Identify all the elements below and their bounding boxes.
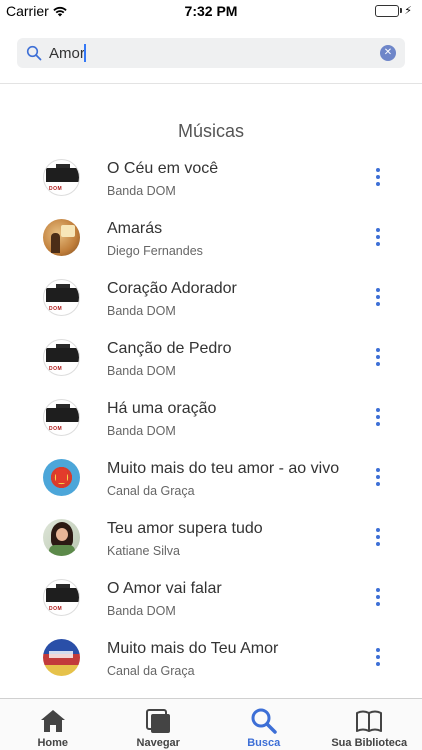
- song-row[interactable]: Amarás Diego Fernandes: [0, 208, 422, 268]
- song-artist: Banda DOM: [107, 364, 176, 378]
- album-cover: DOM: [43, 159, 80, 196]
- status-bar: Carrier 7:32 PM ⚡: [0, 0, 422, 22]
- song-artist: Diego Fernandes: [107, 244, 203, 258]
- search-icon: [26, 45, 42, 61]
- more-options-icon[interactable]: [372, 588, 384, 606]
- song-artist: Canal da Graça: [107, 664, 195, 678]
- more-options-icon[interactable]: [372, 168, 384, 186]
- song-title: O Céu em você: [107, 160, 219, 177]
- status-time: 7:32 PM: [184, 3, 238, 19]
- song-title: Muito mais do Teu Amor: [107, 640, 279, 657]
- text-caret: [83, 44, 86, 62]
- more-options-icon[interactable]: [372, 288, 384, 306]
- song-list: DOM O Céu em você Banda DOM Amarás Diego…: [0, 148, 422, 688]
- home-icon: [40, 710, 65, 732]
- tab-label: Busca: [247, 737, 281, 749]
- tab-busca[interactable]: Busca: [211, 699, 317, 750]
- close-icon[interactable]: ✕: [380, 45, 396, 61]
- song-row[interactable]: DOM O Amor vai falar Banda DOM: [0, 568, 422, 628]
- battery-icon: ⚡: [375, 4, 412, 17]
- search-input-value: Amor: [49, 44, 85, 62]
- song-title: Há uma oração: [107, 400, 217, 417]
- album-cover: [43, 459, 80, 496]
- more-options-icon[interactable]: [372, 528, 384, 546]
- song-row[interactable]: DOM Coração Adorador Banda DOM: [0, 268, 422, 328]
- album-cover: [43, 639, 80, 676]
- search-bar[interactable]: Amor ✕: [17, 38, 405, 68]
- song-title: Amarás: [107, 220, 163, 237]
- more-options-icon[interactable]: [372, 648, 384, 666]
- tab-label: Sua Biblioteca: [331, 737, 408, 749]
- song-title: Canção de Pedro: [107, 340, 232, 357]
- more-options-icon[interactable]: [372, 348, 384, 366]
- library-icon: [356, 710, 383, 732]
- tab-navegar[interactable]: Navegar: [106, 699, 212, 750]
- tab-biblioteca[interactable]: Sua Biblioteca: [317, 699, 422, 750]
- song-title: Coração Adorador: [107, 280, 237, 297]
- tab-bar: Home Navegar Busca Sua Biblioteca: [0, 698, 422, 750]
- song-artist: Banda DOM: [107, 604, 176, 618]
- song-artist: Banda DOM: [107, 304, 176, 318]
- song-artist: Katiane Silva: [107, 544, 180, 558]
- song-title: Teu amor supera tudo: [107, 520, 263, 537]
- more-options-icon[interactable]: [372, 408, 384, 426]
- song-artist: Banda DOM: [107, 184, 176, 198]
- section-title: Músicas: [177, 121, 244, 141]
- browse-icon: [146, 709, 171, 733]
- song-title: Muito mais do teu amor - ao vivo: [107, 460, 340, 477]
- song-row[interactable]: DOM Há uma oração Banda DOM: [0, 388, 422, 448]
- song-row[interactable]: DOM O Céu em você Banda DOM: [0, 148, 422, 208]
- header-divider: [0, 83, 422, 84]
- album-cover: DOM: [43, 339, 80, 376]
- album-cover: DOM: [43, 579, 80, 616]
- song-artist: Canal da Graça: [107, 484, 195, 498]
- song-row[interactable]: DOM Canção de Pedro Banda DOM: [0, 328, 422, 388]
- song-row[interactable]: Muito mais do Teu Amor Canal da Graça: [0, 628, 422, 688]
- tab-home[interactable]: Home: [0, 699, 106, 750]
- song-row[interactable]: Teu amor supera tudo Katiane Silva: [0, 508, 422, 568]
- song-artist: Banda DOM: [107, 424, 176, 438]
- more-options-icon[interactable]: [372, 228, 384, 246]
- album-cover: [43, 219, 80, 256]
- tab-label: Navegar: [136, 737, 180, 749]
- more-options-icon[interactable]: [372, 468, 384, 486]
- song-title: O Amor vai falar: [107, 580, 222, 597]
- song-row[interactable]: Muito mais do teu amor - ao vivo Canal d…: [0, 448, 422, 508]
- album-cover: [43, 519, 80, 556]
- search-icon: [251, 708, 277, 734]
- search-input[interactable]: Amor: [49, 44, 86, 62]
- album-cover: DOM: [43, 279, 80, 316]
- album-cover: DOM: [43, 399, 80, 436]
- tab-label: Home: [37, 737, 69, 749]
